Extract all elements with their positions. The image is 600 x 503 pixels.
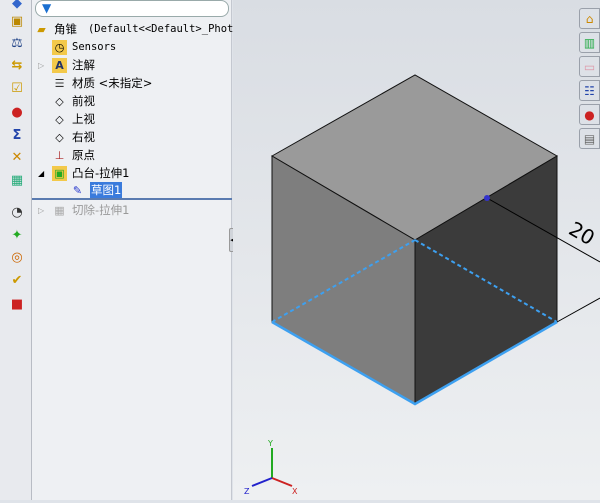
cut-icon: ▦ <box>54 203 65 217</box>
item-label: Sensors <box>72 41 117 53</box>
item-label: 材质 <未指定> <box>72 76 153 90</box>
plane-icon: ◇ <box>55 94 64 108</box>
tree-item-material[interactable]: ☰ 材质 <未指定> <box>52 74 153 92</box>
tree-item-right-plane[interactable]: ◇ 右视 <box>52 128 95 146</box>
model-view: 20 Y X Z <box>244 74 600 496</box>
filter-icon: ▼ <box>42 1 52 15</box>
custom-properties-icon[interactable]: ▤ <box>579 128 600 149</box>
tool-icon[interactable]: ◆ <box>8 0 26 12</box>
graphics-viewport[interactable]: 20 Y X Z <box>233 0 600 500</box>
feature-manager-tree: ▼ ▰ 角锥 (Default<<Default>_Phot ◷ Sensors ▷… <box>32 0 233 500</box>
gauge-icon[interactable]: ◔ <box>8 203 26 221</box>
sensors-folder-icon: ◷ <box>52 39 67 55</box>
item-label: 原点 <box>72 148 95 162</box>
material-icon: ☰ <box>54 76 65 90</box>
tree-item-origin[interactable]: ⊥ 原点 <box>52 146 95 164</box>
axis-triad: Y X Z <box>244 439 298 496</box>
item-label: 切除-拉伸1 <box>72 203 130 217</box>
root-config: (Default<<Default>_Phot <box>87 23 234 35</box>
extrude-icon: ▣ <box>52 165 67 181</box>
tree-root[interactable]: ▰ 角锥 (Default<<Default>_Phot <box>34 20 233 38</box>
item-label: 草图1 <box>90 182 123 198</box>
svg-text:Z: Z <box>244 487 250 496</box>
dimension-point <box>484 195 490 201</box>
tree-item-cut-extrude[interactable]: ▷ ▦ 切除-拉伸1 <box>38 201 129 219</box>
view-palette-icon[interactable]: ☷ <box>579 80 600 101</box>
expand-icon[interactable]: ▷ <box>38 61 52 70</box>
tree-item-top-plane[interactable]: ◇ 上视 <box>52 110 95 128</box>
sigma-icon[interactable]: Σ <box>8 126 26 144</box>
traffic-light-icon[interactable]: ● <box>8 103 26 121</box>
rollback-bar[interactable] <box>32 198 232 200</box>
expand-icon[interactable]: ▷ <box>38 206 52 215</box>
tree-item-annotations[interactable]: ▷ A 注解 <box>38 56 95 74</box>
svg-text:X: X <box>292 487 298 496</box>
sketch-icon: ✎ <box>72 183 83 197</box>
symmetry-icon[interactable]: ◎ <box>8 248 26 266</box>
collapse-icon[interactable]: ◢ <box>38 169 52 178</box>
analysis-icon[interactable]: ✦ <box>8 226 26 244</box>
file-explorer-icon[interactable]: ▭ <box>579 56 600 77</box>
design-library-icon[interactable]: ▥ <box>579 32 600 53</box>
tree-item-front-plane[interactable]: ◇ 前视 <box>52 92 95 110</box>
origin-icon: ⊥ <box>54 148 65 162</box>
table-icon[interactable]: ▦ <box>8 171 26 189</box>
tree-item-sketch[interactable]: ✎ 草图1 <box>70 181 123 199</box>
plane-icon: ◇ <box>55 130 64 144</box>
plane-icon: ◇ <box>55 112 64 126</box>
item-label: 右视 <box>72 130 95 144</box>
item-label: 注解 <box>72 58 95 72</box>
tree-item-sensors[interactable]: ◷ Sensors <box>52 38 116 56</box>
filter-input[interactable]: ▼ <box>35 0 229 17</box>
annotation-folder-icon: A <box>52 57 67 73</box>
home-icon[interactable]: ⌂ <box>579 8 600 29</box>
section-icon[interactable]: ⇆ <box>8 56 26 74</box>
item-label: 凸台-拉伸1 <box>72 166 130 180</box>
interference-icon[interactable]: ✕ <box>8 148 26 166</box>
tree-item-boss-extrude[interactable]: ◢ ▣ 凸台-拉伸1 <box>38 164 129 182</box>
part-icon: ▰ <box>37 22 46 36</box>
item-label: 前视 <box>72 94 95 108</box>
mass-properties-icon[interactable]: ⚖ <box>8 34 26 52</box>
root-label: 角锥 <box>54 22 77 36</box>
extension-line <box>556 297 600 323</box>
check-icon[interactable]: ☑ <box>8 79 26 97</box>
checkmark-icon[interactable]: ✔ <box>8 271 26 289</box>
color-icon[interactable]: ■ <box>8 295 26 313</box>
appearances-icon[interactable]: ● <box>579 104 600 125</box>
svg-text:Y: Y <box>267 439 273 448</box>
task-pane-tabs: ⌂ ▥ ▭ ☷ ● ▤ <box>579 8 600 152</box>
item-label: 上视 <box>72 112 95 126</box>
measure-icon[interactable]: ▣ <box>8 12 26 30</box>
left-toolbar: ◆ ▣ ⚖ ⇆ ☑ ● Σ ✕ ▦ ◔ ✦ ◎ ✔ ■ <box>0 0 32 500</box>
